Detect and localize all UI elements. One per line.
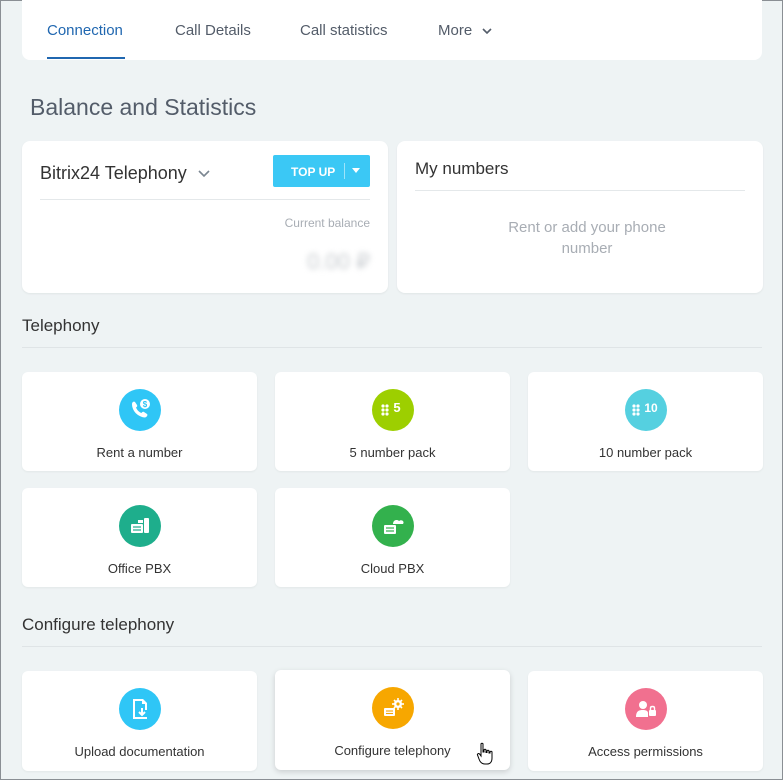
- active-tab-indicator: [47, 57, 125, 59]
- current-balance-label: Current balance: [284, 216, 370, 230]
- configure-section-title: Configure telephony: [22, 615, 175, 634]
- five-badge: 5: [393, 400, 400, 415]
- upload-document-icon: [119, 688, 161, 730]
- configure-telephony-tile[interactable]: Configure telephony: [275, 670, 510, 770]
- ten-number-pack-label: 10 number pack: [598, 445, 693, 460]
- top-up-button[interactable]: TOP UP: [273, 155, 370, 187]
- my-numbers-card: My numbers Rent or add your phone number: [397, 141, 763, 293]
- top-up-dropdown-icon[interactable]: [352, 168, 360, 173]
- ten-numbers-icon: 10: [625, 389, 667, 431]
- hand-cursor-icon: [476, 742, 493, 765]
- rent-number-label: Rent a number: [96, 445, 183, 460]
- upload-documentation-tile[interactable]: Upload documentation: [22, 671, 257, 771]
- my-numbers-empty-text: Rent or add your phone number: [508, 219, 666, 257]
- telephony-divider: [22, 347, 762, 348]
- configure-divider: [22, 646, 762, 647]
- chevron-down-icon: [482, 28, 492, 35]
- top-up-divider: [344, 163, 345, 179]
- phone-dollar-icon: $: [119, 389, 161, 431]
- cloud-pbx-label: Cloud PBX: [360, 561, 425, 576]
- office-pbx-tile[interactable]: Office PBX: [22, 488, 257, 587]
- cloud-pbx-icon: [372, 505, 414, 547]
- balance-divider: [40, 199, 370, 200]
- configure-telephony-label: Configure telephony: [334, 743, 451, 758]
- balance-card: Bitrix24 Telephony TOP UP Current balanc…: [22, 141, 388, 293]
- upload-documentation-label: Upload documentation: [74, 744, 205, 759]
- tab-call-details[interactable]: Call Details: [175, 22, 251, 39]
- top-up-label: TOP UP: [291, 165, 336, 179]
- access-lock-icon: [625, 688, 667, 730]
- tab-more-label: More: [438, 22, 473, 39]
- current-balance-value: 0.00 ₽: [307, 249, 370, 274]
- provider-selector[interactable]: Bitrix24 Telephony: [40, 163, 210, 184]
- provider-name: Bitrix24 Telephony: [40, 163, 187, 183]
- svg-text:$: $: [143, 400, 148, 409]
- tab-connection[interactable]: Connection: [47, 22, 123, 39]
- office-pbx-label: Office PBX: [107, 561, 172, 576]
- telephony-section-title: Telephony: [22, 316, 100, 335]
- rent-number-tile[interactable]: $ Rent a number: [22, 372, 257, 471]
- chevron-down-icon: [198, 170, 210, 178]
- my-numbers-title: My numbers: [415, 159, 509, 178]
- office-pbx-icon: [119, 505, 161, 547]
- cloud-pbx-tile[interactable]: Cloud PBX: [275, 488, 510, 587]
- balance-section-title: Balance and Statistics: [30, 94, 257, 120]
- access-permissions-tile[interactable]: Access permissions: [528, 671, 763, 771]
- configure-settings-icon: [372, 687, 414, 729]
- top-tab-bar: Connection Call Details Call statistics …: [22, 0, 762, 60]
- ten-badge: 10: [644, 401, 658, 415]
- five-number-pack-label: 5 number pack: [349, 445, 436, 460]
- five-numbers-icon: 5: [372, 389, 414, 431]
- five-number-pack-tile[interactable]: 5 5 number pack: [275, 372, 510, 471]
- tab-call-statistics[interactable]: Call statistics: [300, 22, 388, 39]
- access-permissions-label: Access permissions: [588, 744, 703, 759]
- my-numbers-divider: [415, 190, 745, 191]
- tab-more[interactable]: More: [438, 22, 492, 39]
- ten-number-pack-tile[interactable]: 10 10 number pack: [528, 372, 763, 471]
